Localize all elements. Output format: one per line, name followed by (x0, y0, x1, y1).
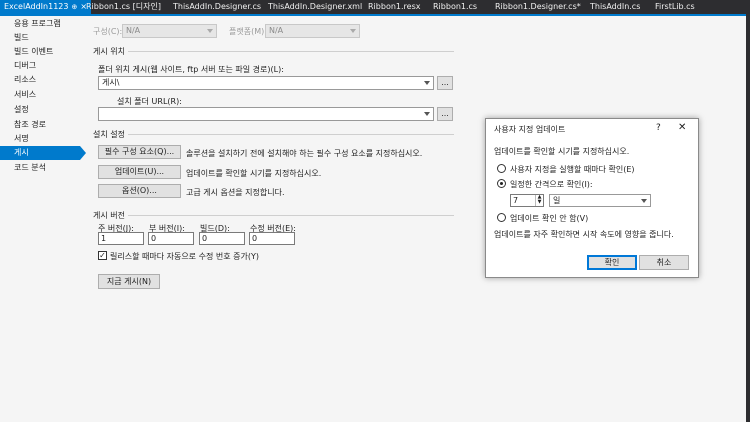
radio-check-interval[interactable] (497, 179, 506, 188)
tab-thisaddin-designer-xml[interactable]: ThisAddIn.Designer.xml (268, 0, 362, 14)
tab-ribbon-designer-cs[interactable]: Ribbon1.Designer.cs* (495, 0, 581, 14)
sidebar-item-application[interactable]: 응용 프로그램 (0, 17, 80, 31)
radio-check-interval-label: 일정한 간격으로 확인(I): (510, 180, 593, 189)
scrollbar-gutter (746, 14, 750, 422)
chevron-down-icon (350, 29, 356, 33)
radio-check-on-run[interactable] (497, 164, 506, 173)
install-folder-browse-button[interactable]: ... (437, 107, 453, 121)
radio-check-on-run-label: 사용자 지정을 실행할 때마다 확인(E) (510, 165, 635, 174)
section-divider (128, 215, 454, 216)
chevron-down-icon (424, 81, 430, 85)
publish-folder-browse-button[interactable]: ... (437, 76, 453, 90)
tab-thisaddin-cs[interactable]: ThisAddIn.cs (590, 0, 640, 14)
close-icon[interactable]: ✕ (678, 122, 686, 133)
install-folder-input[interactable] (98, 107, 434, 121)
revision-version-input[interactable]: 0 (249, 232, 295, 245)
stepper-arrows-icon[interactable]: ▲ ▼ (535, 195, 543, 206)
sidebar-item-resources[interactable]: 리소스 (0, 73, 80, 87)
minor-version-input[interactable]: 0 (148, 232, 194, 245)
document-tab-strip: ExcelAddIn1123 ⊕ × Ribbon1.cs [디자인] ThisAd… (0, 0, 750, 14)
sidebar-item-settings[interactable]: 설정 (0, 103, 80, 117)
interval-stepper[interactable]: 7 ▲ ▼ (510, 194, 544, 207)
updates-button[interactable]: 업데이트(U)... (98, 165, 181, 179)
publish-now-button[interactable]: 지금 게시(N) (98, 274, 160, 289)
section-divider (128, 51, 454, 52)
sidebar-item-signing[interactable]: 서명 (0, 132, 80, 146)
chevron-down-icon (641, 199, 647, 203)
sidebar-item-publish[interactable]: 게시 (0, 146, 86, 160)
sidebar-item-debug[interactable]: 디버그 (0, 59, 80, 73)
radio-never-check-label: 업데이트 확인 안 함(V) (510, 214, 589, 223)
install-folder-label: 설치 폴더 URL(R): (117, 97, 182, 106)
help-icon[interactable]: ? (656, 123, 661, 133)
sidebar-item-build-events[interactable]: 빌드 이벤트 (0, 45, 80, 59)
build-version-input[interactable]: 0 (199, 232, 245, 245)
tab-ribbon-designer[interactable]: Ribbon1.cs [디자인] (86, 0, 161, 14)
auto-increment-label: 릴리스할 때마다 자동으로 수정 번호 증가(Y) (110, 252, 259, 261)
config-dropdown[interactable]: N/A (122, 24, 217, 38)
sidebar-item-services[interactable]: 서비스 (0, 88, 80, 102)
pin-icon[interactable]: ⊕ (71, 3, 77, 11)
dialog-note: 업데이트를 자주 확인하면 시작 속도에 영향을 줍니다. (494, 230, 674, 239)
sidebar: 응용 프로그램 빌드 빌드 이벤트 디버그 리소스 서비스 설정 참조 경로 서… (0, 16, 86, 422)
sidebar-item-reference-paths[interactable]: 참조 경로 (0, 118, 80, 132)
publish-location-heading: 게시 위치 (93, 47, 125, 56)
major-version-input[interactable]: 1 (98, 232, 144, 245)
auto-increment-checkbox[interactable]: ✓ (98, 251, 107, 260)
tab-thisaddin-designer-cs[interactable]: ThisAddIn.Designer.cs (173, 0, 261, 14)
chevron-down-icon (424, 112, 430, 116)
tab-ribbon-cs[interactable]: Ribbon1.cs (433, 0, 477, 14)
publish-folder-input[interactable]: 게시\ (98, 76, 434, 90)
cancel-button[interactable]: 취소 (639, 255, 689, 270)
sidebar-item-code-analysis[interactable]: 코드 분석 (0, 161, 80, 175)
install-settings-heading: 설치 설정 (93, 130, 125, 139)
ok-button[interactable]: 확인 (587, 255, 637, 270)
tab-excel-addin[interactable]: ExcelAddIn1123 ⊕ × (0, 0, 92, 14)
custom-update-dialog: 사용자 지정 업데이트 ? ✕ 업데이트를 확인할 시기를 지정하십시오. 사용… (485, 118, 699, 278)
prerequisites-description: 솔루션을 설치하기 전에 설치해야 하는 필수 구성 요소를 지정하십시오. (186, 149, 423, 158)
updates-description: 업데이트를 확인할 시기를 지정하십시오. (186, 169, 322, 178)
config-label: 구성(C): (93, 27, 123, 36)
publish-version-heading: 게시 버전 (93, 211, 125, 220)
platform-dropdown[interactable]: N/A (265, 24, 360, 38)
prerequisites-button[interactable]: 필수 구성 요소(Q)... (98, 145, 181, 159)
platform-label: 플랫폼(M): (229, 27, 267, 36)
radio-never-check[interactable] (497, 213, 506, 222)
publish-folder-label: 폴더 위치 게시(웹 사이트, ftp 서버 또는 파일 경로)(L): (98, 65, 284, 74)
section-divider (128, 134, 454, 135)
interval-unit-dropdown[interactable]: 일 (549, 194, 651, 207)
options-button[interactable]: 옵션(O)... (98, 184, 181, 198)
tab-firstlib-cs[interactable]: FirstLib.cs (655, 0, 695, 14)
sidebar-item-build[interactable]: 빌드 (0, 31, 80, 45)
tab-ribbon-resx[interactable]: Ribbon1.resx (368, 0, 420, 14)
dialog-title: 사용자 지정 업데이트 (494, 125, 566, 134)
dialog-prompt: 업데이트를 확인할 시기를 지정하십시오. (494, 147, 630, 156)
options-description: 고급 게시 옵션을 지정합니다. (186, 188, 285, 197)
chevron-down-icon (207, 29, 213, 33)
